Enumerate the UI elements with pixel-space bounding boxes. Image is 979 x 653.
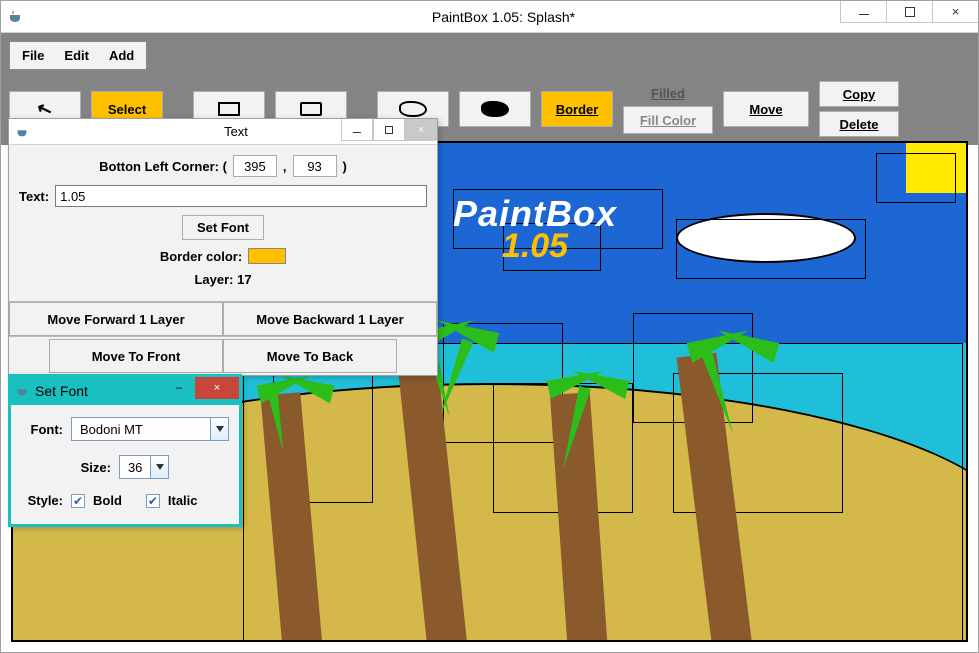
bold-checkbox[interactable]: ✔ bbox=[71, 494, 85, 508]
bold-label: Bold bbox=[93, 493, 122, 508]
font-size-value: 36 bbox=[120, 460, 150, 475]
move-to-back-button[interactable]: Move To Back bbox=[223, 339, 397, 373]
menu-add[interactable]: Add bbox=[99, 46, 144, 65]
font-dialog-title: Set Font bbox=[35, 383, 88, 399]
font-family-combo[interactable]: Bodoni MT bbox=[71, 417, 229, 441]
set-font-dialog[interactable]: Set Font – × Font: Bodoni MT Size: 36 St… bbox=[8, 374, 242, 527]
corner-x-input[interactable] bbox=[233, 155, 277, 177]
font-size-combo[interactable]: 36 bbox=[119, 455, 169, 479]
fill-color-button[interactable]: Fill Color bbox=[623, 106, 713, 134]
java-icon bbox=[15, 125, 29, 139]
border-color-swatch[interactable] bbox=[248, 248, 286, 264]
corner-y-input[interactable] bbox=[293, 155, 337, 177]
rectangle-icon bbox=[218, 102, 240, 116]
text-dialog-titlebar[interactable]: Text × bbox=[9, 119, 437, 145]
minimize-button[interactable] bbox=[840, 1, 886, 23]
layer-label: Layer: 17 bbox=[194, 272, 251, 287]
border-color-label: Border color: bbox=[160, 249, 242, 264]
font-label: Font: bbox=[21, 422, 63, 437]
text-label: Text: bbox=[19, 189, 49, 204]
selection-box[interactable] bbox=[876, 153, 956, 203]
delete-button[interactable]: Delete bbox=[819, 111, 899, 137]
maximize-button[interactable] bbox=[886, 1, 932, 23]
close-paren-label: ) bbox=[343, 159, 347, 174]
close-button[interactable]: × bbox=[932, 1, 978, 23]
shape-icon bbox=[300, 102, 322, 116]
font-family-value: Bodoni MT bbox=[72, 422, 151, 437]
move-backward-layer-button[interactable]: Move Backward 1 Layer bbox=[223, 302, 437, 336]
text-dialog-close[interactable]: × bbox=[405, 119, 437, 141]
filled-button-disabled: Filled bbox=[623, 84, 713, 102]
font-dialog-titlebar[interactable]: Set Font – × bbox=[11, 377, 239, 405]
text-properties-dialog[interactable]: Text × Botton Left Corner: ( , ) Text: S… bbox=[8, 118, 438, 376]
border-button[interactable]: Border bbox=[541, 91, 613, 127]
text-value-input[interactable] bbox=[55, 185, 427, 207]
blob-filled-icon bbox=[481, 101, 509, 117]
blob-outline-icon bbox=[399, 101, 427, 117]
move-button[interactable]: Move bbox=[723, 91, 809, 127]
menu-edit[interactable]: Edit bbox=[54, 46, 99, 65]
copy-button[interactable]: Copy bbox=[819, 81, 899, 107]
font-dialog-close[interactable]: × bbox=[195, 377, 239, 399]
font-dialog-minimize[interactable]: – bbox=[163, 377, 195, 399]
comma-label: , bbox=[283, 159, 287, 174]
text-dialog-minimize[interactable] bbox=[341, 119, 373, 141]
italic-label: Italic bbox=[168, 493, 198, 508]
canvas-text-paintbox[interactable]: PaintBox 1.05 bbox=[453, 193, 617, 266]
size-label: Size: bbox=[81, 460, 111, 475]
text-dialog-maximize[interactable] bbox=[373, 119, 405, 141]
java-icon bbox=[15, 384, 29, 398]
selection-box[interactable] bbox=[676, 219, 866, 279]
chevron-down-icon bbox=[210, 418, 228, 440]
style-label: Style: bbox=[21, 493, 63, 508]
chevron-down-icon bbox=[150, 456, 168, 478]
italic-checkbox[interactable]: ✔ bbox=[146, 494, 160, 508]
move-forward-layer-button[interactable]: Move Forward 1 Layer bbox=[9, 302, 223, 336]
move-to-front-button[interactable]: Move To Front bbox=[49, 339, 223, 373]
main-titlebar[interactable]: PaintBox 1.05: Splash* × bbox=[1, 1, 978, 33]
blob-filled-tool[interactable] bbox=[459, 91, 531, 127]
set-font-button[interactable]: Set Font bbox=[182, 215, 264, 240]
menu-file[interactable]: File bbox=[12, 46, 54, 65]
window-title: PaintBox 1.05: Splash* bbox=[29, 9, 978, 25]
bottom-left-corner-label: Botton Left Corner: ( bbox=[99, 159, 227, 174]
java-icon bbox=[7, 9, 23, 25]
menubar: File Edit Add bbox=[9, 41, 147, 70]
